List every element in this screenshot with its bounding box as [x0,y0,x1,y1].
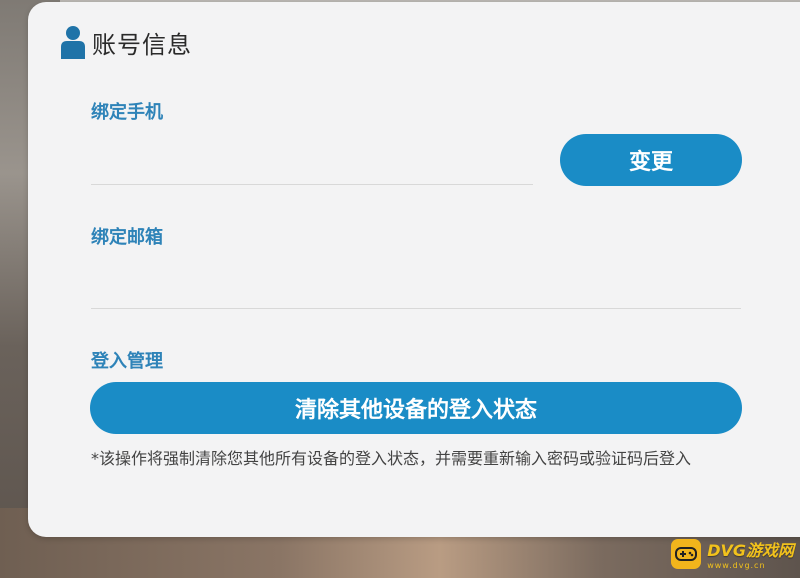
card-header: 账号信息 [60,24,192,60]
page-title: 账号信息 [92,30,192,59]
phone-label: 绑定手机 [91,102,163,123]
email-underline [91,308,741,309]
site-watermark: DVG游戏网 www.dvg.cn [671,537,794,570]
clear-other-sessions-button[interactable]: 清除其他设备的登入状态 [90,382,742,434]
login-management-label: 登入管理 [91,351,163,372]
email-label: 绑定邮箱 [91,227,163,248]
phone-underline [91,184,533,185]
clear-sessions-note: *该操作将强制清除您其他所有设备的登入状态，并需要重新输入密码或验证码后登入 [91,449,692,468]
gamepad-icon [671,538,702,569]
watermark-main-text: DVG游戏网 [707,541,794,560]
change-phone-button[interactable]: 变更 [560,134,742,186]
watermark-sub-text: www.dvg.cn [707,561,766,570]
user-icon [61,26,85,59]
